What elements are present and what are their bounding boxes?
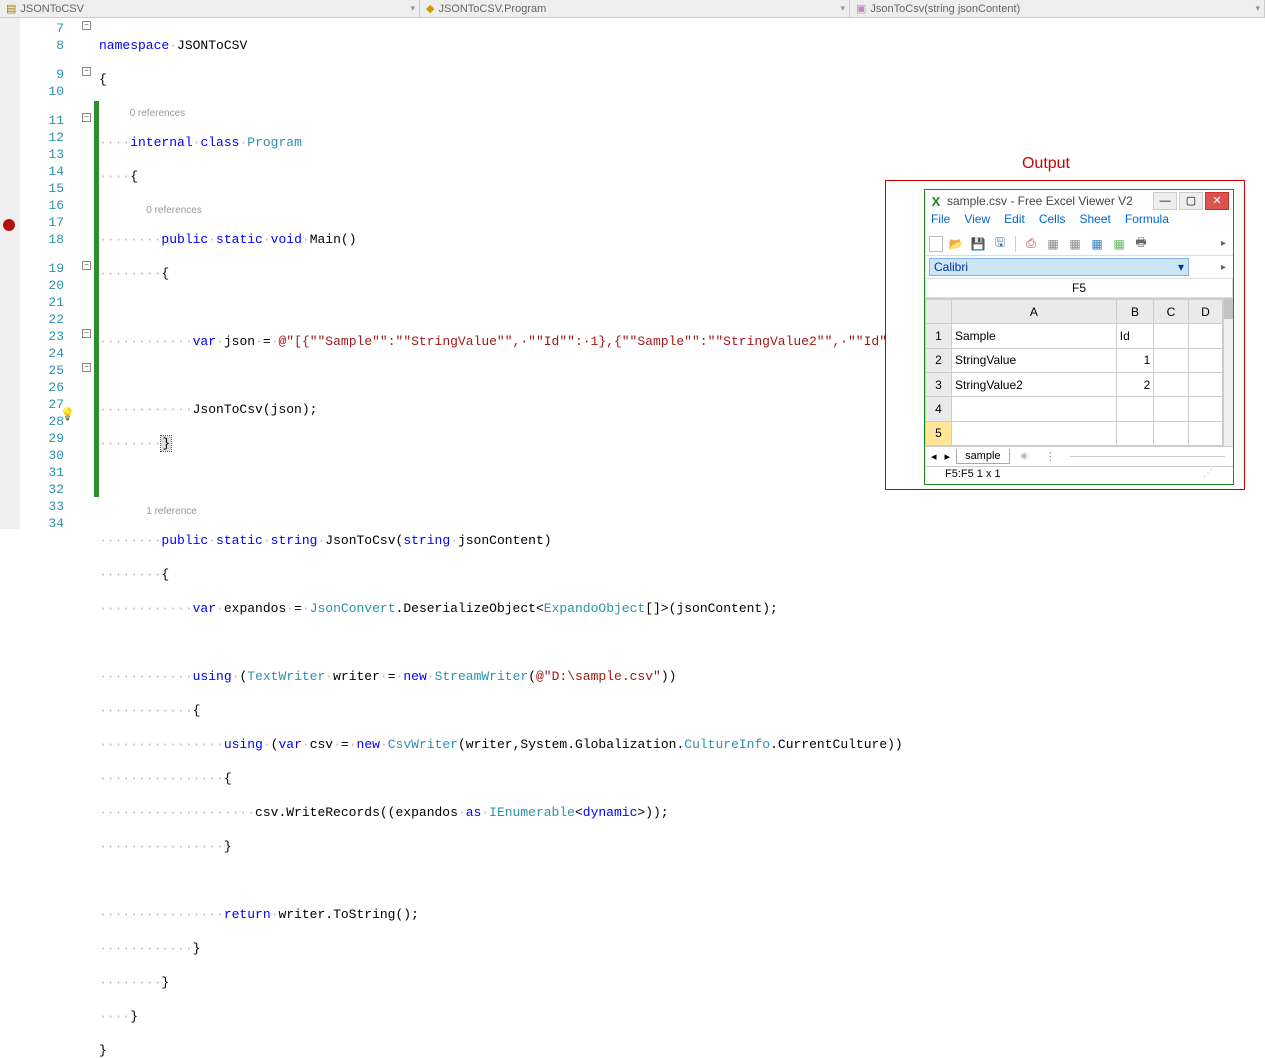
method-icon: ▣ (856, 2, 866, 15)
maximize-button[interactable]: ▢ (1179, 192, 1203, 210)
chevron-down-icon[interactable]: ▾ (840, 3, 845, 14)
chevron-down-icon[interactable]: ▾ (1255, 3, 1260, 14)
close-button[interactable]: ✕ (1205, 192, 1229, 210)
table-row[interactable]: 3 StringValue2 2 (926, 372, 1223, 396)
export-icon[interactable]: ▦ (1044, 235, 1062, 253)
font-selector[interactable]: Calibri ▾ (929, 258, 1189, 276)
column-header[interactable]: A (952, 300, 1117, 324)
breadcrumb-bar: ▤ JSONToCSV ▾ ◆ JSONToCSV.Program ▾ ▣ Js… (0, 0, 1265, 18)
print-icon[interactable]: 🖶 (1132, 235, 1150, 253)
app-icon: X (929, 194, 943, 208)
sheet-next-icon[interactable]: ▸ (943, 450, 953, 463)
vertical-scrollbar[interactable] (1223, 299, 1233, 446)
fold-toggle[interactable]: − (82, 21, 91, 30)
menu-cells[interactable]: Cells (1039, 212, 1066, 232)
resize-grip-icon[interactable]: ⋰ (1203, 468, 1213, 483)
menu-file[interactable]: File (931, 212, 950, 232)
excel-viewer-window: X sample.csv - Free Excel Viewer V2 — ▢ … (924, 189, 1234, 485)
toolbar: 📂 💾 🖫 ⎙ ▦ ▦ ▦ ▦ 🖶 ▸ (925, 232, 1233, 256)
window-title: sample.csv - Free Excel Viewer V2 (947, 194, 1151, 208)
breakpoint-icon[interactable] (3, 219, 15, 231)
titlebar: X sample.csv - Free Excel Viewer V2 — ▢ … (925, 190, 1233, 212)
pdf-icon[interactable]: ⎙ (1022, 235, 1040, 253)
selection-status: F5:F5 1 x 1 (945, 468, 1001, 483)
table-row[interactable]: 5 (926, 421, 1223, 445)
name-box[interactable]: F5 (925, 278, 1233, 298)
chevron-down-icon: ▾ (1178, 260, 1184, 274)
minimize-button[interactable]: — (1153, 192, 1177, 210)
fold-toggle[interactable]: − (82, 67, 91, 76)
caret-position: } (161, 436, 171, 451)
column-header[interactable]: B (1116, 300, 1153, 324)
table-row[interactable]: 1 Sample Id (926, 324, 1223, 348)
breadcrumb-file[interactable]: ▤ JSONToCSV ▾ (0, 0, 420, 17)
sheet-prev-icon[interactable]: ◂ (929, 450, 939, 463)
menu-formula[interactable]: Formula (1125, 212, 1169, 232)
fold-toggle[interactable]: − (82, 113, 91, 122)
fold-gutter[interactable]: − − − − − − (80, 18, 94, 529)
menu-view[interactable]: View (964, 212, 990, 232)
save-all-icon[interactable]: 🖫 (991, 235, 1009, 253)
column-header[interactable]: C (1154, 300, 1189, 324)
line-number-gutter: 7891011121314151617181920212223242526272… (20, 18, 80, 529)
sheet-tab-bar: ◂ ▸ sample ✳ ⋮ (925, 446, 1233, 466)
open-file-icon[interactable]: 📂 (947, 235, 965, 253)
table-row[interactable]: 4 (926, 397, 1223, 421)
breadcrumb-class[interactable]: ◆ JSONToCSV.Program ▾ (420, 0, 850, 17)
toolbar-overflow-icon[interactable]: ▸ (1218, 262, 1229, 273)
status-bar: F5:F5 1 x 1 ⋰ (925, 466, 1233, 484)
fold-toggle[interactable]: − (82, 363, 91, 372)
chevron-down-icon[interactable]: ▾ (410, 3, 415, 14)
select-all-corner[interactable] (926, 300, 952, 324)
toolbar-overflow-icon[interactable]: ▸ (1218, 238, 1229, 249)
output-screenshot-box: X sample.csv - Free Excel Viewer V2 — ▢ … (885, 180, 1245, 490)
file-icon: ▤ (6, 2, 16, 15)
menu-bar: File View Edit Cells Sheet Formula (925, 212, 1233, 232)
sheet-menu-icon[interactable]: ⋮ (1039, 450, 1062, 463)
lightbulb-icon[interactable]: 💡 (60, 407, 75, 422)
table-row[interactable]: 2 StringValue 1 (926, 348, 1223, 372)
new-file-icon[interactable] (929, 236, 943, 252)
column-header[interactable]: D (1188, 300, 1223, 324)
image-icon[interactable]: ▦ (1110, 235, 1128, 253)
class-icon: ◆ (426, 2, 434, 15)
save-icon[interactable]: 💾 (969, 235, 987, 253)
fold-toggle[interactable]: − (82, 261, 91, 270)
add-sheet-icon[interactable]: ✳ (1014, 450, 1035, 463)
spreadsheet-grid[interactable]: A B C D 1 Sample Id 2 StringValue 1 (925, 298, 1233, 446)
fold-toggle[interactable]: − (82, 329, 91, 338)
sheet-tab[interactable]: sample (956, 449, 1009, 464)
scrollbar-thumb[interactable] (1224, 299, 1233, 319)
breakpoint-gutter[interactable]: 💡 (0, 18, 20, 529)
export3-icon[interactable]: ▦ (1088, 235, 1106, 253)
breadcrumb-method[interactable]: ▣ JsonToCsv(string jsonContent) ▾ (850, 0, 1265, 17)
export2-icon[interactable]: ▦ (1066, 235, 1084, 253)
output-annotation: Output (1022, 155, 1070, 173)
font-row: Calibri ▾ ▸ (925, 256, 1233, 278)
menu-edit[interactable]: Edit (1004, 212, 1025, 232)
menu-sheet[interactable]: Sheet (1080, 212, 1111, 232)
